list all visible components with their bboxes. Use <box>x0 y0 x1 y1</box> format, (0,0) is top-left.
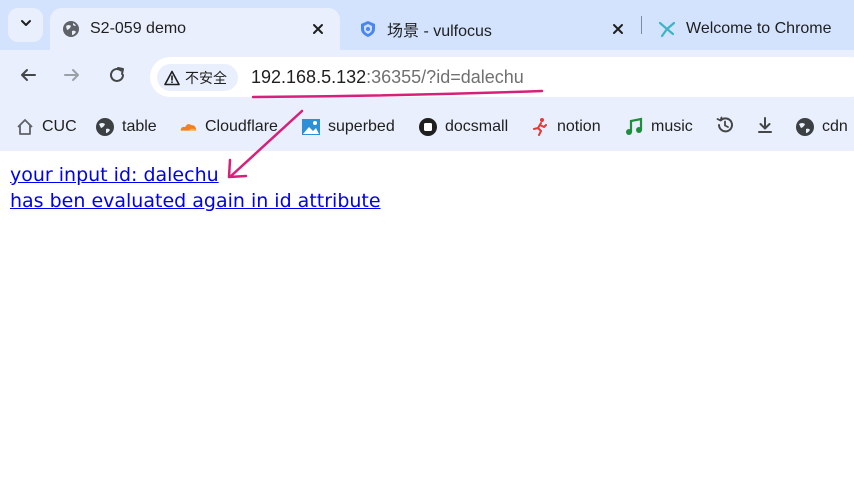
browser-window: S2-059 demo 场景 - vulfocus Welcome to Chr… <box>0 0 854 478</box>
address-bar[interactable]: 不安全 192.168.5.132:36355/?id=dalechu <box>150 57 854 97</box>
bookmark-docsmall[interactable]: docsmall <box>418 115 508 139</box>
bookmark-label: notion <box>557 118 601 135</box>
circle-square-icon <box>418 117 438 137</box>
bookmark-superbed[interactable]: superbed <box>301 115 395 139</box>
bookmark-cdn[interactable]: cdn <box>795 115 848 139</box>
close-icon[interactable] <box>608 19 628 39</box>
cloud-icon <box>178 117 198 137</box>
image-icon <box>301 117 321 137</box>
tab-separator <box>641 16 642 34</box>
bookmark-music[interactable]: music <box>624 115 693 139</box>
url-path: :36355/?id=dalechu <box>366 67 524 87</box>
toolbar: 不安全 192.168.5.132:36355/?id=dalechu <box>0 50 854 103</box>
downloads-button[interactable] <box>755 115 775 140</box>
history-icon <box>715 115 735 140</box>
bookmark-cuc[interactable]: CUC <box>15 115 77 139</box>
bookmark-cloudflare[interactable]: Cloudflare <box>178 115 278 139</box>
tab-title: Welcome to Chrome <box>686 20 832 37</box>
globe-icon <box>795 117 815 137</box>
bookmark-label: cdn <box>822 118 848 135</box>
tab-search-button[interactable] <box>8 8 43 42</box>
bookmark-label: CUC <box>42 118 77 135</box>
bookmarks-bar: CUC table Cloudflare superbed docsmall n… <box>0 103 854 151</box>
chevron-down-icon <box>19 16 33 35</box>
globe-icon <box>62 20 80 38</box>
tab-s2-059-demo[interactable]: S2-059 demo <box>50 8 340 50</box>
tab-strip: S2-059 demo 场景 - vulfocus Welcome to Chr… <box>0 0 854 50</box>
runner-icon <box>530 117 550 137</box>
music-note-icon <box>624 117 644 137</box>
reload-icon <box>108 66 126 89</box>
bookmark-label: docsmall <box>445 118 509 135</box>
page-content: your input id: dalechu has ben evaluated… <box>0 151 854 478</box>
input-id-line[interactable]: your input id: dalechu <box>10 164 219 186</box>
bookmark-label: superbed <box>328 118 395 135</box>
bookmark-label: Cloudflare <box>205 118 278 135</box>
bookmark-label: music <box>651 118 693 135</box>
shield-icon <box>359 20 377 38</box>
reload-button[interactable] <box>102 62 132 92</box>
bookmark-notion[interactable]: notion <box>530 115 601 139</box>
house-icon <box>15 117 35 137</box>
bookmark-label: table <box>122 118 157 135</box>
close-icon[interactable] <box>308 19 328 39</box>
back-button[interactable] <box>13 62 43 92</box>
tab-vulfocus[interactable]: 场景 - vulfocus <box>355 8 640 50</box>
warning-icon <box>164 70 180 86</box>
tab-title: S2-059 demo <box>90 20 187 37</box>
url-host: 192.168.5.132 <box>251 67 367 87</box>
security-label: 不安全 <box>185 69 227 86</box>
arrow-right-icon <box>63 66 81 89</box>
tab-title: 场景 - vulfocus <box>387 23 492 40</box>
download-icon <box>755 115 775 140</box>
url-text[interactable]: 192.168.5.132:36355/?id=dalechu <box>251 67 524 88</box>
evaluated-again-line[interactable]: has ben evaluated again in id attribute <box>10 190 381 212</box>
arrow-left-icon <box>19 66 37 89</box>
history-button[interactable] <box>715 115 735 140</box>
globe-icon <box>95 117 115 137</box>
security-chip[interactable]: 不安全 <box>157 64 238 91</box>
tab-welcome-to-chrome[interactable]: Welcome to Chrome <box>656 8 854 50</box>
forward-button[interactable] <box>57 62 87 92</box>
bookmark-table[interactable]: table <box>95 115 157 139</box>
chrome-star-icon <box>658 20 676 38</box>
